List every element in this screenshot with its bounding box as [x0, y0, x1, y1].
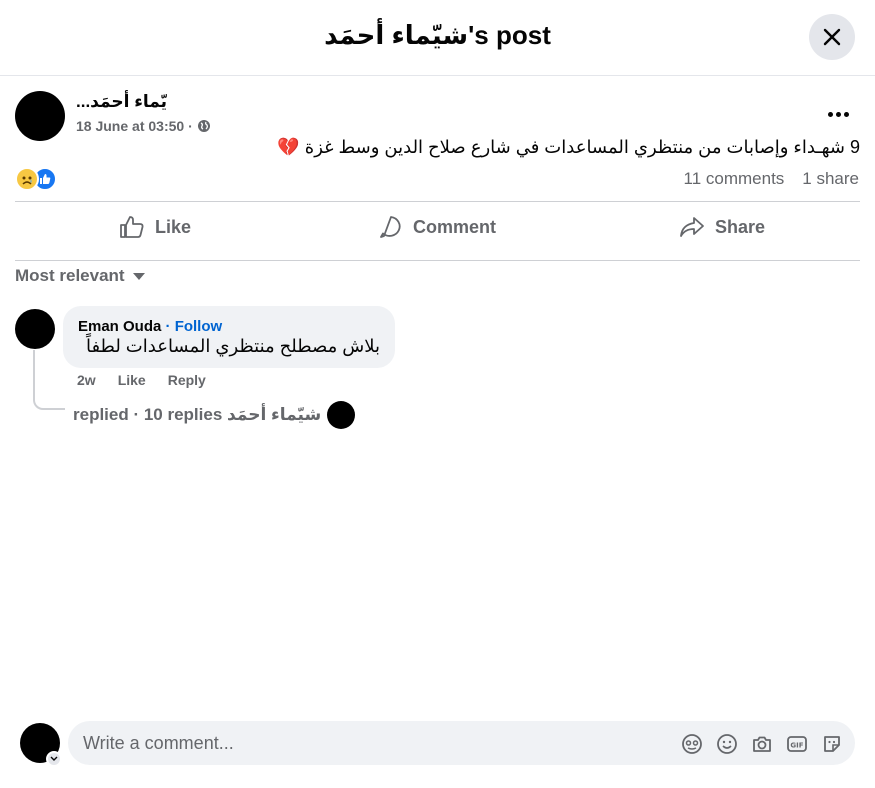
more-dot-icon — [827, 111, 833, 117]
comment-text: بلاش مصطلح منتظري المساعدات لطفاً — [85, 336, 380, 356]
commenter-avatar[interactable] — [15, 309, 55, 349]
comment-age[interactable]: 2w — [77, 372, 96, 388]
comment-bubble: Eman Ouda · Follow بلاش مصطلح منتظري الم… — [63, 306, 395, 368]
share-icon — [680, 217, 704, 237]
author-avatar[interactable] — [15, 91, 65, 141]
post-stats: 11 comments 1 share — [684, 169, 859, 189]
divider — [15, 260, 860, 261]
comment-actions: 2w Like Reply — [77, 372, 206, 388]
like-label: Like — [155, 216, 192, 237]
emoji-icon[interactable] — [715, 732, 738, 755]
post-meta: 18 June at 03:50 · — [76, 118, 211, 134]
comment-button[interactable]: Comment — [379, 207, 496, 247]
reply-thread-line — [33, 350, 65, 410]
author-name[interactable]: ...يّماء أحمَد — [76, 92, 167, 112]
chevron-down-icon — [132, 272, 145, 280]
like-button[interactable]: Like — [119, 207, 191, 247]
sort-comments-button[interactable]: Most relevant — [15, 266, 145, 286]
more-options-button[interactable] — [820, 100, 856, 128]
comment-reply-link[interactable]: Reply — [168, 372, 206, 388]
sort-label: Most relevant — [15, 266, 125, 285]
share-button[interactable]: Share — [679, 207, 765, 247]
modal-header: شيّماء أحمَد's post — [0, 0, 875, 76]
comment-label: Comment — [413, 216, 497, 237]
comment-author-line: Eman Ouda · Follow — [78, 318, 222, 335]
comment-icon — [380, 216, 401, 238]
comment-like-link[interactable]: Like — [118, 372, 146, 388]
sad-reaction-icon — [15, 167, 39, 191]
post-timestamp[interactable]: 18 June at 03:50 — [76, 118, 184, 134]
reactions-summary[interactable] — [15, 167, 61, 193]
composer-icons: GIF — [680, 732, 843, 755]
close-icon — [823, 28, 841, 46]
shares-count[interactable]: 1 share — [802, 169, 859, 189]
camera-icon[interactable] — [750, 732, 773, 755]
sticker-icon[interactable] — [820, 732, 843, 755]
post-text: 9 شهـداء وإصابات من منتظري المساعدات في … — [277, 137, 860, 157]
composer-avatar-wrap[interactable] — [20, 723, 62, 767]
chevron-down-icon — [46, 751, 62, 767]
globe-icon — [197, 120, 210, 132]
comment-author[interactable]: Eman Ouda — [78, 318, 161, 335]
replier-avatar — [327, 401, 356, 429]
replies-summary: شيّماء أحمَد replied · 10 replies — [73, 405, 322, 424]
modal-title: شيّماء أحمَد's post — [324, 20, 551, 50]
gif-icon[interactable]: GIF — [785, 732, 808, 755]
divider — [15, 201, 860, 202]
svg-text:GIF: GIF — [790, 741, 803, 749]
close-button[interactable] — [809, 14, 855, 60]
more-dot-icon — [835, 111, 841, 117]
follow-link[interactable]: · Follow — [166, 318, 223, 335]
like-icon — [120, 216, 144, 238]
share-label: Share — [715, 216, 766, 237]
comments-count[interactable]: 11 comments — [684, 169, 785, 189]
avatar-sticker-icon[interactable] — [680, 732, 703, 755]
more-dot-icon — [843, 111, 849, 117]
view-replies-link[interactable]: شيّماء أحمَد replied · 10 replies — [73, 401, 356, 429]
